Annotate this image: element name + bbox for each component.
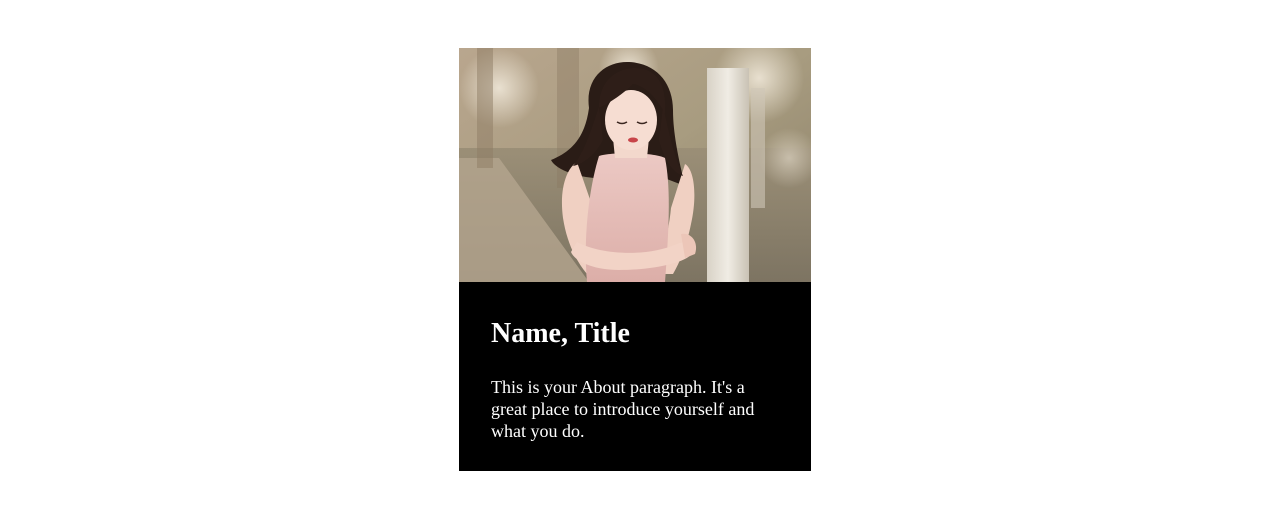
about-section: Name, Title This is your About paragraph…	[459, 282, 811, 442]
about-paragraph: This is your About paragraph. It's a gre…	[491, 377, 755, 441]
profile-card: Name, Title This is your About paragraph…	[459, 48, 811, 471]
name-title-heading: Name, Title	[491, 318, 630, 349]
profile-photo	[459, 48, 811, 282]
